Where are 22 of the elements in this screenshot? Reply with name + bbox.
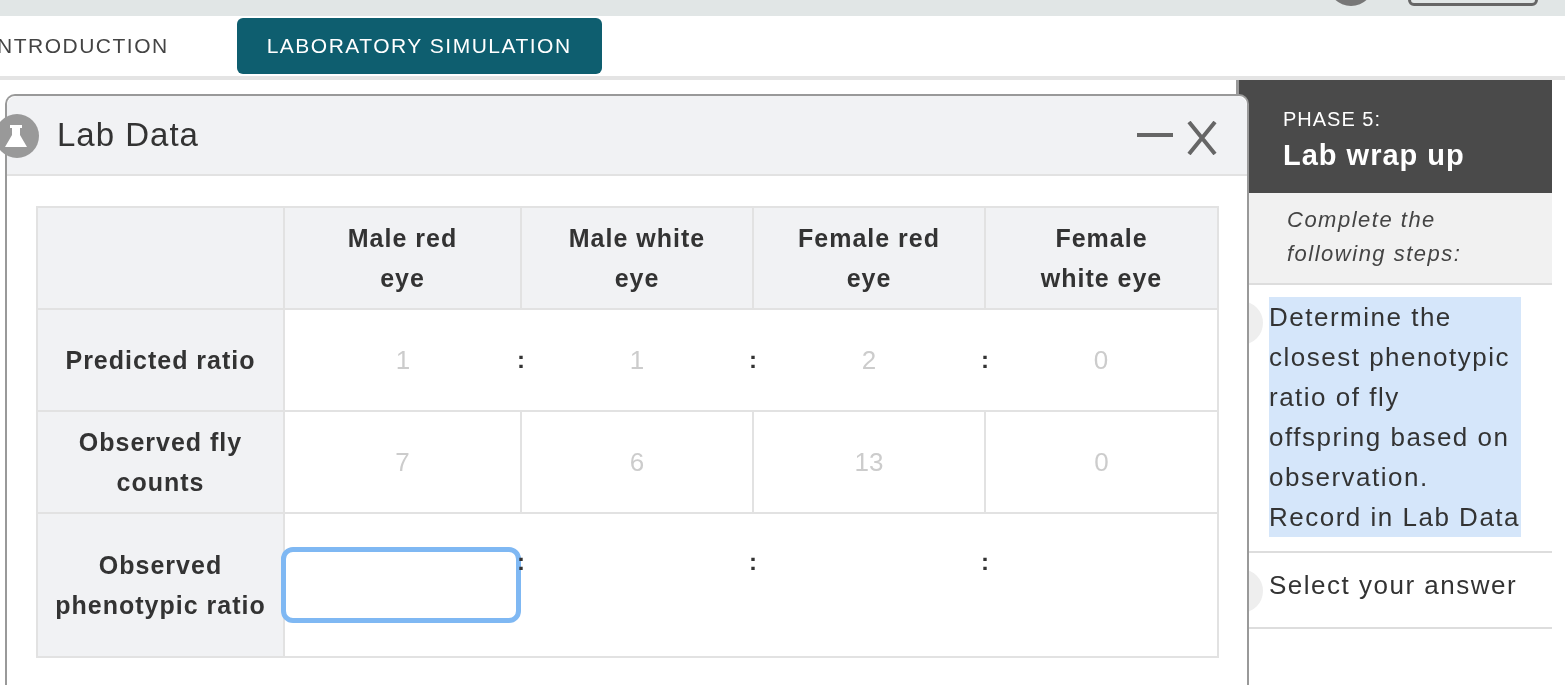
ratio-separator: : [748, 345, 758, 375]
step-text: Determine the closest phenotypic ratio of fly offspring based on observation. Record in Lab Data [1269, 297, 1521, 537]
row-header: Observed fly counts [37, 411, 284, 513]
ratio-separator: : [516, 345, 526, 375]
column-header: Female red eye [753, 207, 985, 309]
column-header: Male red eye [284, 207, 521, 309]
minimize-icon [1137, 133, 1173, 137]
window-title: Lab Data [57, 115, 199, 156]
step-text: Select your answer [1269, 569, 1519, 602]
ratio-separator: : [980, 547, 990, 577]
input-field[interactable] [281, 547, 521, 623]
tab[interactable]: LABORATORY SIMULATION [236, 18, 602, 74]
phase-title: Lab wrap up [1283, 138, 1466, 173]
row-header: Predicted ratio [37, 309, 284, 411]
ratio-separator: : [980, 345, 990, 375]
ratio-separator: : [516, 547, 526, 577]
column-header: Male white eye [521, 207, 753, 309]
ratio-separator: : [748, 547, 758, 577]
phase-label: PHASE 5: [1283, 107, 1383, 132]
close-icon [1187, 120, 1217, 155]
column-header: Female white eye [985, 207, 1218, 309]
row-header: Observed phenotypic ratio [37, 513, 284, 657]
